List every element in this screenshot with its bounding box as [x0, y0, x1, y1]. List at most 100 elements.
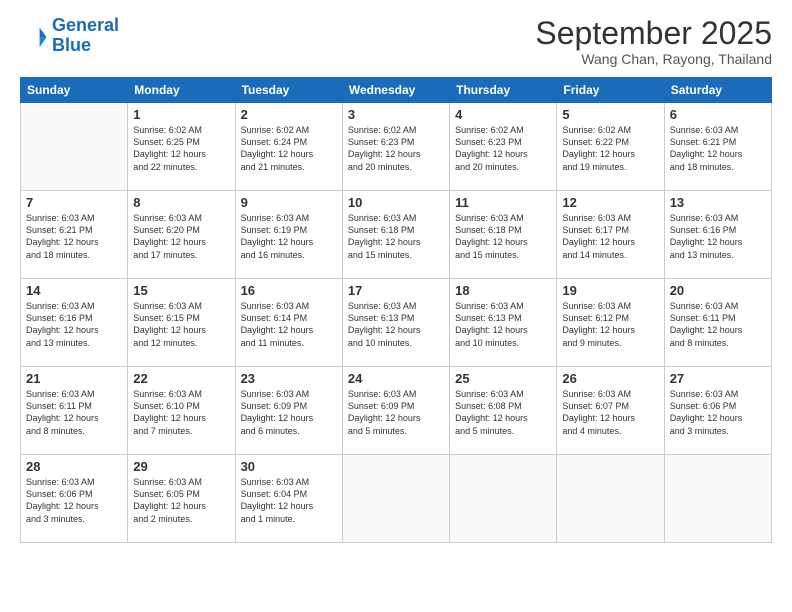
calendar-cell: 23Sunrise: 6:03 AMSunset: 6:09 PMDayligh… [235, 367, 342, 455]
day-info: Sunrise: 6:03 AMSunset: 6:13 PMDaylight:… [348, 300, 444, 349]
day-info: Sunrise: 6:03 AMSunset: 6:06 PMDaylight:… [26, 476, 122, 525]
calendar-cell: 28 Sunrise: 6:03 AMSunset: 6:06 PMDayligh… [21, 455, 128, 543]
day-number: 10 [348, 195, 444, 210]
day-number: 19 [562, 283, 658, 298]
calendar-cell: 18Sunrise: 6:03 AMSunset: 6:13 PMDayligh… [450, 279, 557, 367]
day-number: 15 [133, 283, 229, 298]
day-number: 29 [133, 459, 229, 474]
calendar-cell: 13 Sunrise: 6:03 AMSunset: 6:16 PMDayligh… [664, 191, 771, 279]
day-info: Sunrise: 6:02 AMSunset: 6:23 PMDaylight:… [455, 124, 551, 173]
calendar-week-0: 1Sunrise: 6:02 AMSunset: 6:25 PMDaylight… [21, 103, 772, 191]
calendar-cell: 11 Sunrise: 6:03 AMSunset: 6:18 PMDayligh… [450, 191, 557, 279]
day-number: 9 [241, 195, 337, 210]
day-number: 4 [455, 107, 551, 122]
calendar-cell: 19 Sunrise: 6:03 AMSunset: 6:12 PMDayligh… [557, 279, 664, 367]
calendar-cell: 5 Sunrise: 6:02 AMSunset: 6:22 PMDaylight… [557, 103, 664, 191]
day-number: 2 [241, 107, 337, 122]
calendar-cell: 2 Sunrise: 6:02 AMSunset: 6:24 PMDaylight… [235, 103, 342, 191]
day-info: Sunrise: 6:03 AMSunset: 6:21 PMDaylight:… [26, 212, 122, 261]
calendar-cell [342, 455, 449, 543]
day-number: 3 [348, 107, 444, 122]
day-info: Sunrise: 6:03 AMSunset: 6:16 PMDaylight:… [26, 300, 122, 349]
logo-icon [20, 22, 48, 50]
calendar-cell: 3 Sunrise: 6:02 AMSunset: 6:23 PMDaylight… [342, 103, 449, 191]
day-number: 5 [562, 107, 658, 122]
calendar-cell: 20 Sunrise: 6:03 AMSunset: 6:11 PMDayligh… [664, 279, 771, 367]
calendar-week-1: 7 Sunrise: 6:03 AMSunset: 6:21 PMDaylight… [21, 191, 772, 279]
day-info: Sunrise: 6:02 AMSunset: 6:24 PMDaylight:… [241, 124, 337, 173]
day-info: Sunrise: 6:02 AMSunset: 6:22 PMDaylight:… [562, 124, 658, 173]
calendar-cell: 14 Sunrise: 6:03 AMSunset: 6:16 PMDayligh… [21, 279, 128, 367]
header-monday: Monday [128, 78, 235, 103]
calendar-cell: 10 Sunrise: 6:03 AMSunset: 6:18 PMDayligh… [342, 191, 449, 279]
day-number: 14 [26, 283, 122, 298]
calendar-cell: 27 Sunrise: 6:03 AMSunset: 6:06 PMDayligh… [664, 367, 771, 455]
logo-line1: General [52, 15, 119, 35]
day-number: 6 [670, 107, 766, 122]
day-info: Sunrise: 6:03 AMSunset: 6:04 PMDaylight:… [241, 476, 337, 525]
calendar-header-row: Sunday Monday Tuesday Wednesday Thursday… [21, 78, 772, 103]
day-info: Sunrise: 6:03 AMSunset: 6:12 PMDaylight:… [562, 300, 658, 349]
logo: General Blue [20, 16, 119, 56]
logo-text: General Blue [52, 16, 119, 56]
day-info: Sunrise: 6:03 AMSunset: 6:18 PMDaylight:… [348, 212, 444, 261]
day-info: Sunrise: 6:02 AMSunset: 6:25 PMDaylight:… [133, 124, 229, 173]
day-info: Sunrise: 6:03 AMSunset: 6:11 PMDaylight:… [670, 300, 766, 349]
calendar-week-3: 21Sunrise: 6:03 AMSunset: 6:11 PMDayligh… [21, 367, 772, 455]
logo-line2: Blue [52, 35, 91, 55]
day-info: Sunrise: 6:03 AMSunset: 6:14 PMDaylight:… [241, 300, 337, 349]
calendar-cell: 9 Sunrise: 6:03 AMSunset: 6:19 PMDaylight… [235, 191, 342, 279]
day-info: Sunrise: 6:03 AMSunset: 6:19 PMDaylight:… [241, 212, 337, 261]
calendar-week-4: 28 Sunrise: 6:03 AMSunset: 6:06 PMDayligh… [21, 455, 772, 543]
day-info: Sunrise: 6:03 AMSunset: 6:09 PMDaylight:… [348, 388, 444, 437]
day-info: Sunrise: 6:03 AMSunset: 6:05 PMDaylight:… [133, 476, 229, 525]
day-info: Sunrise: 6:03 AMSunset: 6:17 PMDaylight:… [562, 212, 658, 261]
day-number: 20 [670, 283, 766, 298]
day-info: Sunrise: 6:03 AMSunset: 6:20 PMDaylight:… [133, 212, 229, 261]
day-info: Sunrise: 6:03 AMSunset: 6:08 PMDaylight:… [455, 388, 551, 437]
title-block: September 2025 Wang Chan, Rayong, Thaila… [535, 16, 772, 67]
day-info: Sunrise: 6:03 AMSunset: 6:10 PMDaylight:… [133, 388, 229, 437]
calendar-cell [21, 103, 128, 191]
day-number: 23 [241, 371, 337, 386]
calendar-cell [450, 455, 557, 543]
calendar-cell: 1Sunrise: 6:02 AMSunset: 6:25 PMDaylight… [128, 103, 235, 191]
month-title: September 2025 [535, 16, 772, 51]
calendar-cell [664, 455, 771, 543]
calendar-cell: 22Sunrise: 6:03 AMSunset: 6:10 PMDayligh… [128, 367, 235, 455]
calendar-cell: 16Sunrise: 6:03 AMSunset: 6:14 PMDayligh… [235, 279, 342, 367]
day-number: 13 [670, 195, 766, 210]
day-info: Sunrise: 6:03 AMSunset: 6:16 PMDaylight:… [670, 212, 766, 261]
day-number: 28 [26, 459, 122, 474]
day-info: Sunrise: 6:03 AMSunset: 6:07 PMDaylight:… [562, 388, 658, 437]
calendar: Sunday Monday Tuesday Wednesday Thursday… [20, 77, 772, 543]
day-number: 27 [670, 371, 766, 386]
calendar-cell: 24 Sunrise: 6:03 AMSunset: 6:09 PMDayligh… [342, 367, 449, 455]
header-thursday: Thursday [450, 78, 557, 103]
calendar-cell: 4 Sunrise: 6:02 AMSunset: 6:23 PMDaylight… [450, 103, 557, 191]
header-friday: Friday [557, 78, 664, 103]
day-info: Sunrise: 6:03 AMSunset: 6:15 PMDaylight:… [133, 300, 229, 349]
calendar-cell: 21Sunrise: 6:03 AMSunset: 6:11 PMDayligh… [21, 367, 128, 455]
day-number: 21 [26, 371, 122, 386]
calendar-cell: 6Sunrise: 6:03 AMSunset: 6:21 PMDaylight… [664, 103, 771, 191]
calendar-cell: 25 Sunrise: 6:03 AMSunset: 6:08 PMDayligh… [450, 367, 557, 455]
header-saturday: Saturday [664, 78, 771, 103]
day-info: Sunrise: 6:03 AMSunset: 6:18 PMDaylight:… [455, 212, 551, 261]
day-info: Sunrise: 6:03 AMSunset: 6:06 PMDaylight:… [670, 388, 766, 437]
calendar-cell [557, 455, 664, 543]
header-wednesday: Wednesday [342, 78, 449, 103]
calendar-cell: 12 Sunrise: 6:03 AMSunset: 6:17 PMDayligh… [557, 191, 664, 279]
day-number: 11 [455, 195, 551, 210]
day-number: 17 [348, 283, 444, 298]
day-info: Sunrise: 6:02 AMSunset: 6:23 PMDaylight:… [348, 124, 444, 173]
calendar-cell: 8Sunrise: 6:03 AMSunset: 6:20 PMDaylight… [128, 191, 235, 279]
calendar-cell: 7 Sunrise: 6:03 AMSunset: 6:21 PMDaylight… [21, 191, 128, 279]
day-number: 26 [562, 371, 658, 386]
day-number: 24 [348, 371, 444, 386]
day-number: 7 [26, 195, 122, 210]
calendar-week-2: 14 Sunrise: 6:03 AMSunset: 6:16 PMDayligh… [21, 279, 772, 367]
day-number: 25 [455, 371, 551, 386]
day-number: 12 [562, 195, 658, 210]
calendar-cell: 26 Sunrise: 6:03 AMSunset: 6:07 PMDayligh… [557, 367, 664, 455]
